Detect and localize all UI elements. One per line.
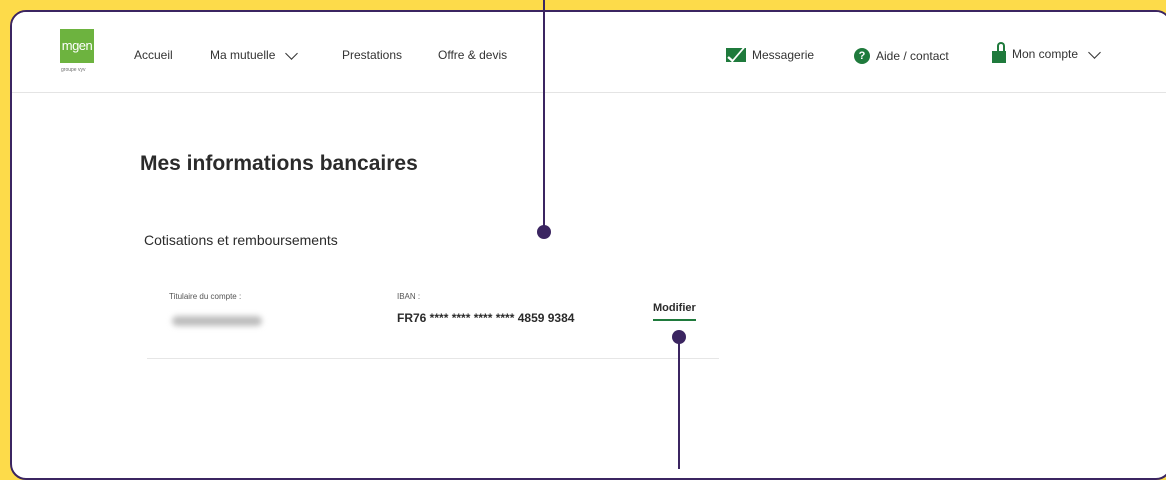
nav-messagerie-label: Messagerie [752, 48, 815, 62]
nav-prestations-label: Prestations [342, 48, 403, 62]
nav-accueil-label: Accueil [134, 48, 173, 62]
annotation-line-bottom [678, 338, 680, 469]
annotation-dot-modifier [672, 330, 686, 344]
section-title: Cotisations et remboursements [144, 232, 338, 248]
chevron-down-icon [285, 46, 299, 60]
mgen-logo[interactable]: mgen [60, 29, 94, 63]
lock-icon [992, 42, 1006, 63]
nav-ma-mutuelle-label: Ma mutuelle [210, 48, 276, 62]
chevron-down-icon [1088, 45, 1101, 59]
nav-offre-devis[interactable]: Offre & devis [438, 48, 507, 62]
logo-text: mgen [61, 38, 93, 53]
page-title: Mes informations bancaires [140, 152, 418, 175]
nav-aide-contact[interactable]: ? Aide / contact [854, 48, 949, 64]
logo-subtext: groupe vyv [61, 67, 86, 73]
nav-mon-compte[interactable]: Mon compte [992, 42, 1101, 63]
help-icon: ? [854, 48, 870, 64]
bank-info-card: Titulaire du compte : IBAN : FR76 **** *… [147, 280, 719, 359]
app-window: mgen groupe vyv Accueil Ma mutuelle Pres… [10, 10, 1166, 480]
nav-messagerie[interactable]: Messagerie [726, 48, 814, 62]
nav-ma-mutuelle[interactable]: Ma mutuelle [210, 46, 299, 62]
envelope-icon [726, 48, 746, 62]
top-navbar: mgen groupe vyv Accueil Ma mutuelle Pres… [12, 12, 1166, 93]
nav-aide-label: Aide / contact [876, 49, 949, 63]
holder-label: Titulaire du compte : [169, 292, 242, 301]
annotation-line-top [543, 0, 545, 229]
nav-offre-devis-label: Offre & devis [438, 48, 508, 62]
modify-button[interactable]: Modifier [653, 302, 696, 321]
iban-label: IBAN : [397, 292, 421, 301]
nav-prestations[interactable]: Prestations [342, 48, 402, 62]
annotation-dot-section [537, 225, 551, 239]
nav-compte-label: Mon compte [1012, 47, 1079, 61]
account-holder-name-blurred [172, 316, 262, 326]
iban-value: FR76 **** **** **** **** 4859 9384 [397, 311, 575, 325]
nav-accueil[interactable]: Accueil [134, 48, 173, 62]
